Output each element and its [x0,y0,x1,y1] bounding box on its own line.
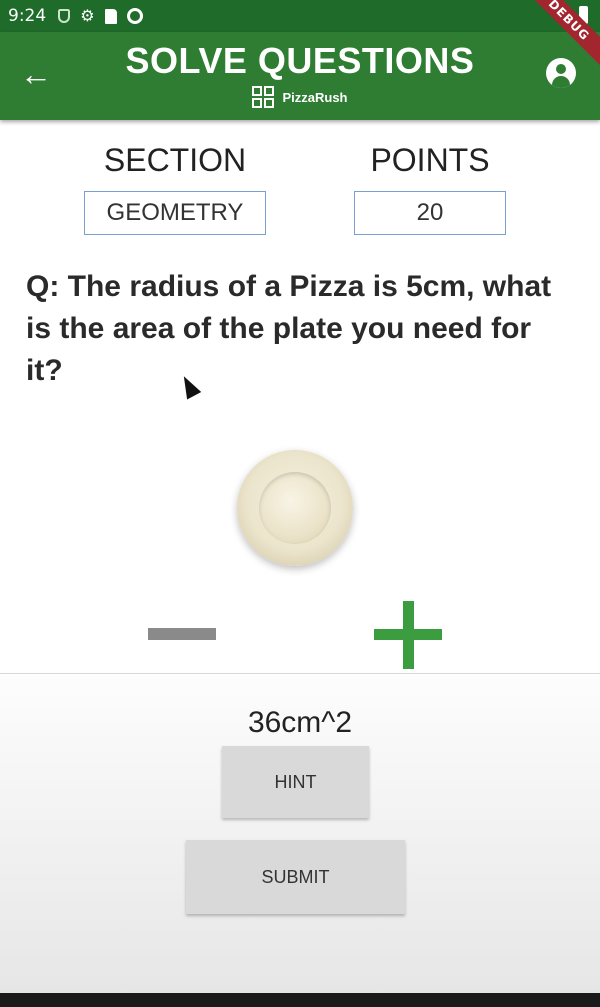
points-field: 20 [354,191,506,235]
increase-button[interactable] [374,601,442,669]
hint-button[interactable]: HINT [222,746,369,818]
app-subtitle: PizzaRush [0,86,600,108]
decrease-button[interactable] [148,628,216,640]
app-bar: ← SOLVE QUESTIONS PizzaRush [0,32,600,120]
at-icon [126,8,143,24]
section-field: GEOMETRY [84,191,266,235]
status-bar: 9:24 ⚙ [0,0,600,32]
account-button[interactable] [546,58,576,88]
shield-icon [58,9,71,23]
plate-image [237,450,353,566]
status-icons: ⚙ [58,6,143,25]
status-time: 9:24 [8,6,47,26]
account-circle-icon [556,64,566,74]
submit-button[interactable]: SUBMIT [186,840,405,914]
sd-card-icon [104,8,117,24]
plate-center [259,472,331,544]
section-label: SECTION [103,142,247,178]
points-label: POINTS [370,142,490,178]
page-title: SOLVE QUESTIONS [125,40,475,81]
answer-value: 36cm^2 [247,706,353,739]
app-name: PizzaRush [282,89,348,105]
question-text: Q: The radius of a Pizza is 5cm, what is… [26,270,552,387]
qr-code-icon [252,86,275,108]
gear-icon: ⚙ [80,6,95,25]
system-nav-bar [0,993,600,1007]
